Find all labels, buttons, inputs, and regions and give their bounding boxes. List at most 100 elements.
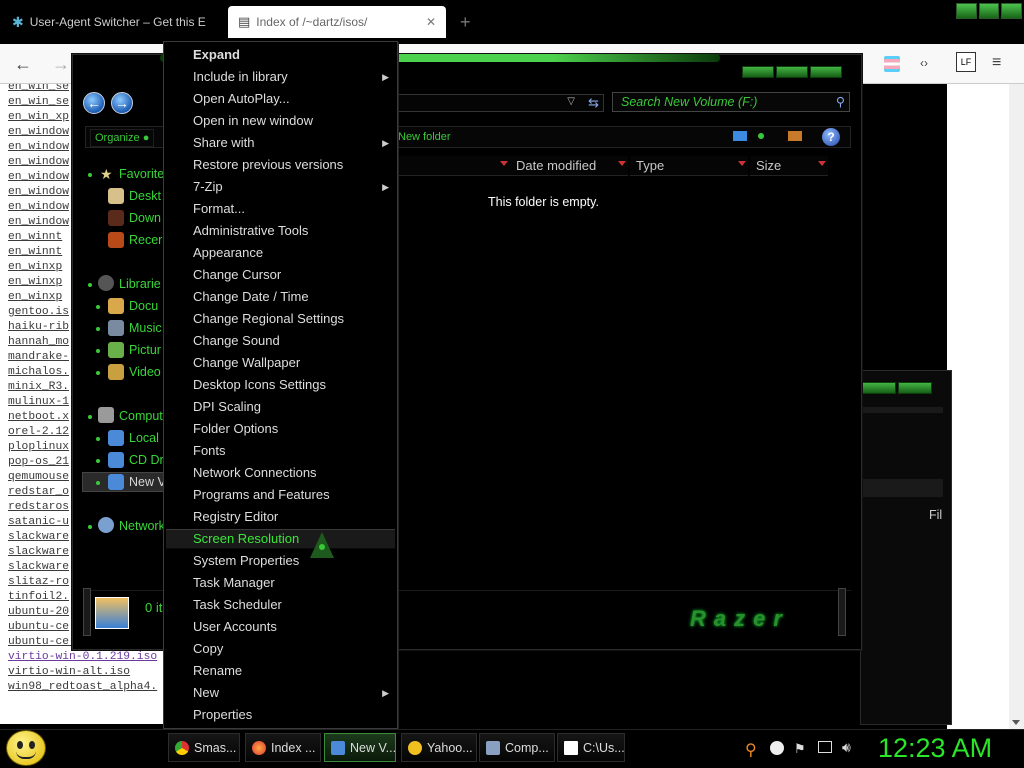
minimize-button[interactable] xyxy=(956,3,977,19)
organize-button[interactable]: Organize ● xyxy=(90,129,155,147)
file-link[interactable]: virtio-win-0.1.219.iso xyxy=(0,650,168,665)
menu-item-system-properties[interactable]: System Properties xyxy=(193,550,393,572)
drive-icon xyxy=(95,597,129,629)
flag-icon[interactable]: ⚑ xyxy=(794,741,806,757)
nav-desktop[interactable]: Deskt xyxy=(129,189,161,203)
browser-tab-index[interactable]: ▤ Index of /~dartz/isos/ ✕ xyxy=(228,6,446,38)
menu-item-change-wallpaper[interactable]: Change Wallpaper xyxy=(193,352,393,374)
file-link[interactable]: win98_redtoast_alpha4. xyxy=(0,680,168,695)
network-icon[interactable] xyxy=(818,741,832,753)
search-input[interactable]: Search New Volume (F:) ⚲ xyxy=(612,92,850,112)
menu-item-user-accounts[interactable]: User Accounts xyxy=(193,616,393,638)
search-icon[interactable]: ⚲ xyxy=(836,94,845,109)
nav-downloads[interactable]: Down xyxy=(129,211,161,225)
preview-pane-icon[interactable] xyxy=(788,131,802,141)
menu-item-fonts[interactable]: Fonts xyxy=(193,440,393,462)
minimize-button[interactable] xyxy=(742,66,774,78)
help-icon[interactable]: ? xyxy=(822,128,840,146)
menu-item-task-manager[interactable]: Task Manager xyxy=(193,572,393,594)
volume-icon[interactable]: 🔊︎ xyxy=(842,739,851,756)
back-button[interactable]: ← xyxy=(83,92,105,114)
menu-item-include-in-library[interactable]: Include in library ▶ xyxy=(193,66,393,88)
scrollbar[interactable] xyxy=(1009,84,1024,729)
forward-arrow-icon[interactable]: → xyxy=(52,54,70,75)
column-header-size[interactable]: Size xyxy=(750,156,828,176)
back-arrow-icon[interactable]: ← xyxy=(14,54,32,75)
menu-item-restore-previous-versions[interactable]: Restore previous versions xyxy=(193,154,393,176)
menu-item-7-zip[interactable]: 7-Zip ▶ xyxy=(193,176,393,198)
menu-item-expand[interactable]: Expand xyxy=(193,44,393,66)
menu-item-copy[interactable]: Copy xyxy=(193,638,393,660)
menu-item-screen-resolution[interactable]: Screen Resolution xyxy=(193,528,393,550)
menu-item-folder-options[interactable]: Folder Options xyxy=(193,418,393,440)
maximize-button[interactable] xyxy=(898,382,932,394)
menu-item-dpi-scaling[interactable]: DPI Scaling xyxy=(193,396,393,418)
column-header-type[interactable]: Type xyxy=(630,156,748,176)
taskbar-item-chrome[interactable]: Smas... xyxy=(168,733,240,762)
nav-videos[interactable]: Video xyxy=(129,365,161,379)
nav-cd-drive[interactable]: CD Dr xyxy=(129,453,164,467)
close-button[interactable] xyxy=(810,66,842,78)
menu-item-properties[interactable]: Properties xyxy=(193,704,393,726)
expand-dot xyxy=(96,481,100,485)
view-icon[interactable] xyxy=(733,131,747,141)
column-header-date-modified[interactable]: Date modified xyxy=(510,156,628,176)
menu-item-programs-and-features[interactable]: Programs and Features xyxy=(193,484,393,506)
new-folder-button[interactable]: New folder xyxy=(398,131,451,143)
maximize-button[interactable] xyxy=(978,3,1000,19)
taskbar-item-new-volume[interactable]: New V... xyxy=(324,733,396,762)
maximize-button[interactable] xyxy=(776,66,808,78)
taskbar-item-7zip[interactable]: C:\Us... xyxy=(557,733,625,762)
taskbar-item-yahoo[interactable]: Yahoo... xyxy=(401,733,477,762)
nav-recent[interactable]: Recer xyxy=(129,233,162,247)
extension-icon[interactable]: ‹› xyxy=(920,56,928,70)
menu-item-administrative-tools[interactable]: Administrative Tools xyxy=(193,220,393,242)
menu-item-task-scheduler[interactable]: Task Scheduler xyxy=(193,594,393,616)
menu-icon[interactable]: ≡ xyxy=(992,54,1001,72)
close-button[interactable] xyxy=(1001,3,1023,19)
menu-item-desktop-icons-settings[interactable]: Desktop Icons Settings xyxy=(193,374,393,396)
forward-button[interactable]: → xyxy=(111,92,133,114)
flag-icon[interactable] xyxy=(884,56,900,72)
messenger-icon[interactable] xyxy=(770,741,784,755)
search-icon[interactable]: ⚲ xyxy=(745,740,757,760)
menu-item-registry-editor[interactable]: Registry Editor xyxy=(193,506,393,528)
extension-icon[interactable]: LF xyxy=(956,52,976,72)
chevron-down-icon[interactable]: ▽ xyxy=(567,96,575,107)
nav-computer[interactable]: Comput xyxy=(119,409,163,423)
menu-item-change-regional-settings[interactable]: Change Regional Settings xyxy=(193,308,393,330)
nav-documents[interactable]: Docu xyxy=(129,299,158,313)
menu-item-open-autoplay[interactable]: Open AutoPlay... xyxy=(193,88,393,110)
menu-item-change-sound[interactable]: Change Sound xyxy=(193,330,393,352)
menu-item-network-connections[interactable]: Network Connections xyxy=(193,462,393,484)
menu-item-open-in-new-window[interactable]: Open in new window xyxy=(193,110,393,132)
view-options-icon[interactable] xyxy=(758,133,764,139)
nav-pictures[interactable]: Pictur xyxy=(129,343,161,357)
address-bar[interactable]: ▽ ⇆ xyxy=(392,94,604,112)
clock[interactable]: 12:23 AM xyxy=(878,733,992,764)
nav-libraries[interactable]: Librarie xyxy=(119,277,161,291)
close-tab-icon[interactable]: ✕ xyxy=(426,15,436,29)
nav-local-disk[interactable]: Local xyxy=(129,431,159,445)
taskbar-item-computer[interactable]: Comp... xyxy=(479,733,555,762)
column-header-name[interactable] xyxy=(392,156,510,176)
nav-favorites[interactable]: Favorite xyxy=(119,167,164,181)
start-button[interactable] xyxy=(6,730,46,766)
file-link[interactable]: virtio-win-alt.iso xyxy=(0,665,168,680)
minimize-button[interactable] xyxy=(862,382,896,394)
nav-music[interactable]: Music xyxy=(129,321,162,335)
taskbar-item-firefox[interactable]: Index ... xyxy=(245,733,321,762)
nav-new-volume[interactable]: New V xyxy=(129,475,166,489)
menu-item-share-with[interactable]: Share with ▶ xyxy=(193,132,393,154)
menu-item-format[interactable]: Format... xyxy=(193,198,393,220)
browser-tab-user-agent[interactable]: ✱ User-Agent Switcher – Get this E xyxy=(2,6,224,38)
menu-item-change-cursor[interactable]: Change Cursor xyxy=(193,264,393,286)
refresh-icon[interactable]: ⇆ xyxy=(588,95,599,111)
scroll-down-icon[interactable] xyxy=(1012,720,1020,725)
plus-icon[interactable]: + xyxy=(460,12,471,33)
menu-item-appearance[interactable]: Appearance xyxy=(193,242,393,264)
nav-network[interactable]: Network xyxy=(119,519,165,533)
menu-item-new[interactable]: New ▶ xyxy=(193,682,393,704)
menu-item-rename[interactable]: Rename xyxy=(193,660,393,682)
menu-item-change-date-time[interactable]: Change Date / Time xyxy=(193,286,393,308)
